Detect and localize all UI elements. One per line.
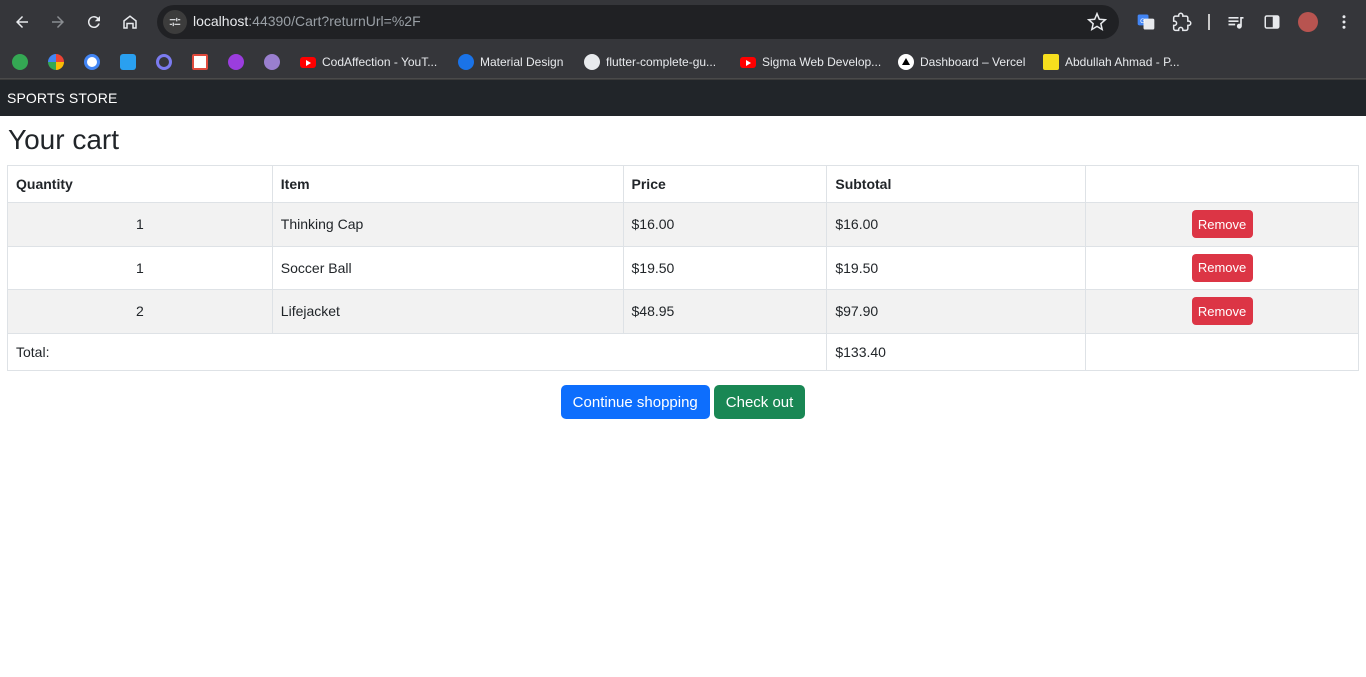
translate-icon[interactable]: G <box>1135 11 1157 33</box>
bookmark-label: CodAffection - YouT... <box>322 55 438 69</box>
home-button[interactable] <box>116 8 144 36</box>
bookmark-label: Abdullah Ahmad - P... <box>1065 55 1180 69</box>
bookmark-item[interactable] <box>264 52 280 72</box>
remove-button[interactable]: Remove <box>1191 297 1253 326</box>
cell-quantity: 1 <box>7 202 273 247</box>
bookmark-sigma[interactable]: Sigma Web Develop... <box>740 52 881 72</box>
back-button[interactable] <box>8 8 36 36</box>
remove-button[interactable]: Remove <box>1191 210 1253 239</box>
bookmark-item[interactable] <box>120 52 136 72</box>
arrow-right-icon <box>52 16 64 28</box>
header-subtotal: Subtotal <box>826 165 1087 203</box>
bookmark-item[interactable] <box>228 52 244 72</box>
cell-actions: Remove <box>1085 289 1359 334</box>
bookmark-star-icon[interactable] <box>1087 12 1107 32</box>
vercel-icon <box>898 54 914 70</box>
checkout-button[interactable]: Check out <box>713 385 806 419</box>
header-actions <box>1085 165 1359 203</box>
bookmark-flutter[interactable]: flutter-complete-gu... <box>584 52 716 72</box>
bookmark-codaffection[interactable]: CodAffection - YouT... <box>300 52 437 72</box>
url-text[interactable]: localhost:44390/Cart?returnUrl=%2F <box>193 13 421 29</box>
cell-quantity: 2 <box>7 289 273 334</box>
brand-link[interactable]: SPORTS STORE <box>7 90 117 106</box>
fi-icon <box>12 54 28 70</box>
cell-item: Lifejacket <box>271 289 624 334</box>
cell-subtotal: $97.90 <box>826 289 1087 334</box>
material-icon <box>458 54 474 70</box>
c-icon <box>84 54 100 70</box>
bookmark-label: Material Design <box>480 55 564 69</box>
bookmark-label: Dashboard – Vercel <box>920 55 1026 69</box>
grid-icon <box>192 54 208 70</box>
cell-actions: Remove <box>1085 202 1359 247</box>
bookmark-material-design[interactable]: Material Design <box>458 52 563 72</box>
header-item: Item <box>271 165 624 203</box>
total-value: $133.40 <box>826 332 1087 371</box>
page-title: Your cart <box>8 124 120 155</box>
reload-icon <box>87 16 100 29</box>
browser-chrome: localhost:44390/Cart?returnUrl=%2F G Cod… <box>0 0 1366 80</box>
reload-button[interactable] <box>80 8 108 36</box>
header-price: Price <box>622 165 828 203</box>
cell-subtotal: $19.50 <box>826 245 1087 290</box>
site-settings-icon[interactable] <box>163 10 187 34</box>
url-path: :44390/Cart?returnUrl=%2F <box>248 13 421 29</box>
side-panel-icon[interactable] <box>1261 11 1283 33</box>
bookmark-item[interactable] <box>48 52 64 72</box>
header-quantity: Quantity <box>7 165 273 203</box>
total-empty-cell <box>1085 332 1359 371</box>
github-icon <box>584 54 600 70</box>
table-row: 1 Thinking Cap $16.00 $16.00 Remove <box>7 202 1359 247</box>
dots-icon <box>48 54 64 70</box>
ring-icon <box>156 54 172 70</box>
site-navbar: SPORTS STORE <box>0 80 1366 116</box>
cell-price: $48.95 <box>622 289 828 334</box>
media-queue-icon[interactable] <box>1225 11 1247 33</box>
bookmark-item[interactable] <box>12 52 28 72</box>
bookmarks-bar: CodAffection - YouT... Material Design f… <box>0 44 1366 79</box>
cell-price: $16.00 <box>622 202 828 247</box>
total-row: Total: $133.40 <box>6 332 1359 371</box>
profile-avatar[interactable] <box>1298 12 1318 32</box>
bookmark-vercel[interactable]: Dashboard – Vercel <box>898 52 1025 72</box>
cart-actions: Continue shopping Check out <box>0 385 1366 419</box>
address-bar[interactable]: localhost:44390/Cart?returnUrl=%2F <box>157 5 1119 39</box>
bookmark-label: Sigma Web Develop... <box>762 55 882 69</box>
menu-kebab-icon[interactable] <box>1333 11 1355 33</box>
avatar-icon <box>264 54 280 70</box>
home-icon <box>123 15 137 29</box>
browser-toolbar: localhost:44390/Cart?returnUrl=%2F G <box>0 0 1366 44</box>
cell-item: Soccer Ball <box>271 245 624 290</box>
youtube-icon <box>300 56 316 68</box>
u-icon <box>228 54 244 70</box>
arrow-left-icon <box>16 16 28 28</box>
remove-button[interactable]: Remove <box>1191 253 1253 282</box>
cell-price: $19.50 <box>622 245 828 290</box>
youtube-icon <box>740 56 756 68</box>
table-row: 1 Soccer Ball $19.50 $19.50 Remove <box>7 245 1359 290</box>
table-header-row: Quantity Item Price Subtotal <box>7 165 1359 203</box>
continue-shopping-button[interactable]: Continue shopping <box>560 385 710 419</box>
url-host: localhost <box>193 13 249 29</box>
dart-icon <box>120 54 136 70</box>
cell-item: Thinking Cap <box>271 202 624 247</box>
cell-quantity: 1 <box>7 245 273 290</box>
bookmark-item[interactable] <box>156 52 172 72</box>
cart-table: Quantity Item Price Subtotal 1 Thinking … <box>6 165 1359 371</box>
bookmark-item[interactable] <box>84 52 100 72</box>
total-label: Total: <box>6 332 828 371</box>
extensions-icon[interactable] <box>1171 11 1193 33</box>
bookmark-label: flutter-complete-gu... <box>606 55 717 69</box>
toolbar-separator <box>1208 14 1210 30</box>
cell-subtotal: $16.00 <box>826 202 1087 247</box>
svg-text:G: G <box>1140 18 1145 25</box>
table-row: 2 Lifejacket $48.95 $97.90 Remove <box>7 289 1359 334</box>
ab-icon <box>1043 54 1059 70</box>
bookmark-abdullah[interactable]: Abdullah Ahmad - P... <box>1043 52 1180 72</box>
cell-actions: Remove <box>1085 245 1359 290</box>
forward-button[interactable] <box>44 8 72 36</box>
bookmark-item[interactable] <box>192 52 208 72</box>
